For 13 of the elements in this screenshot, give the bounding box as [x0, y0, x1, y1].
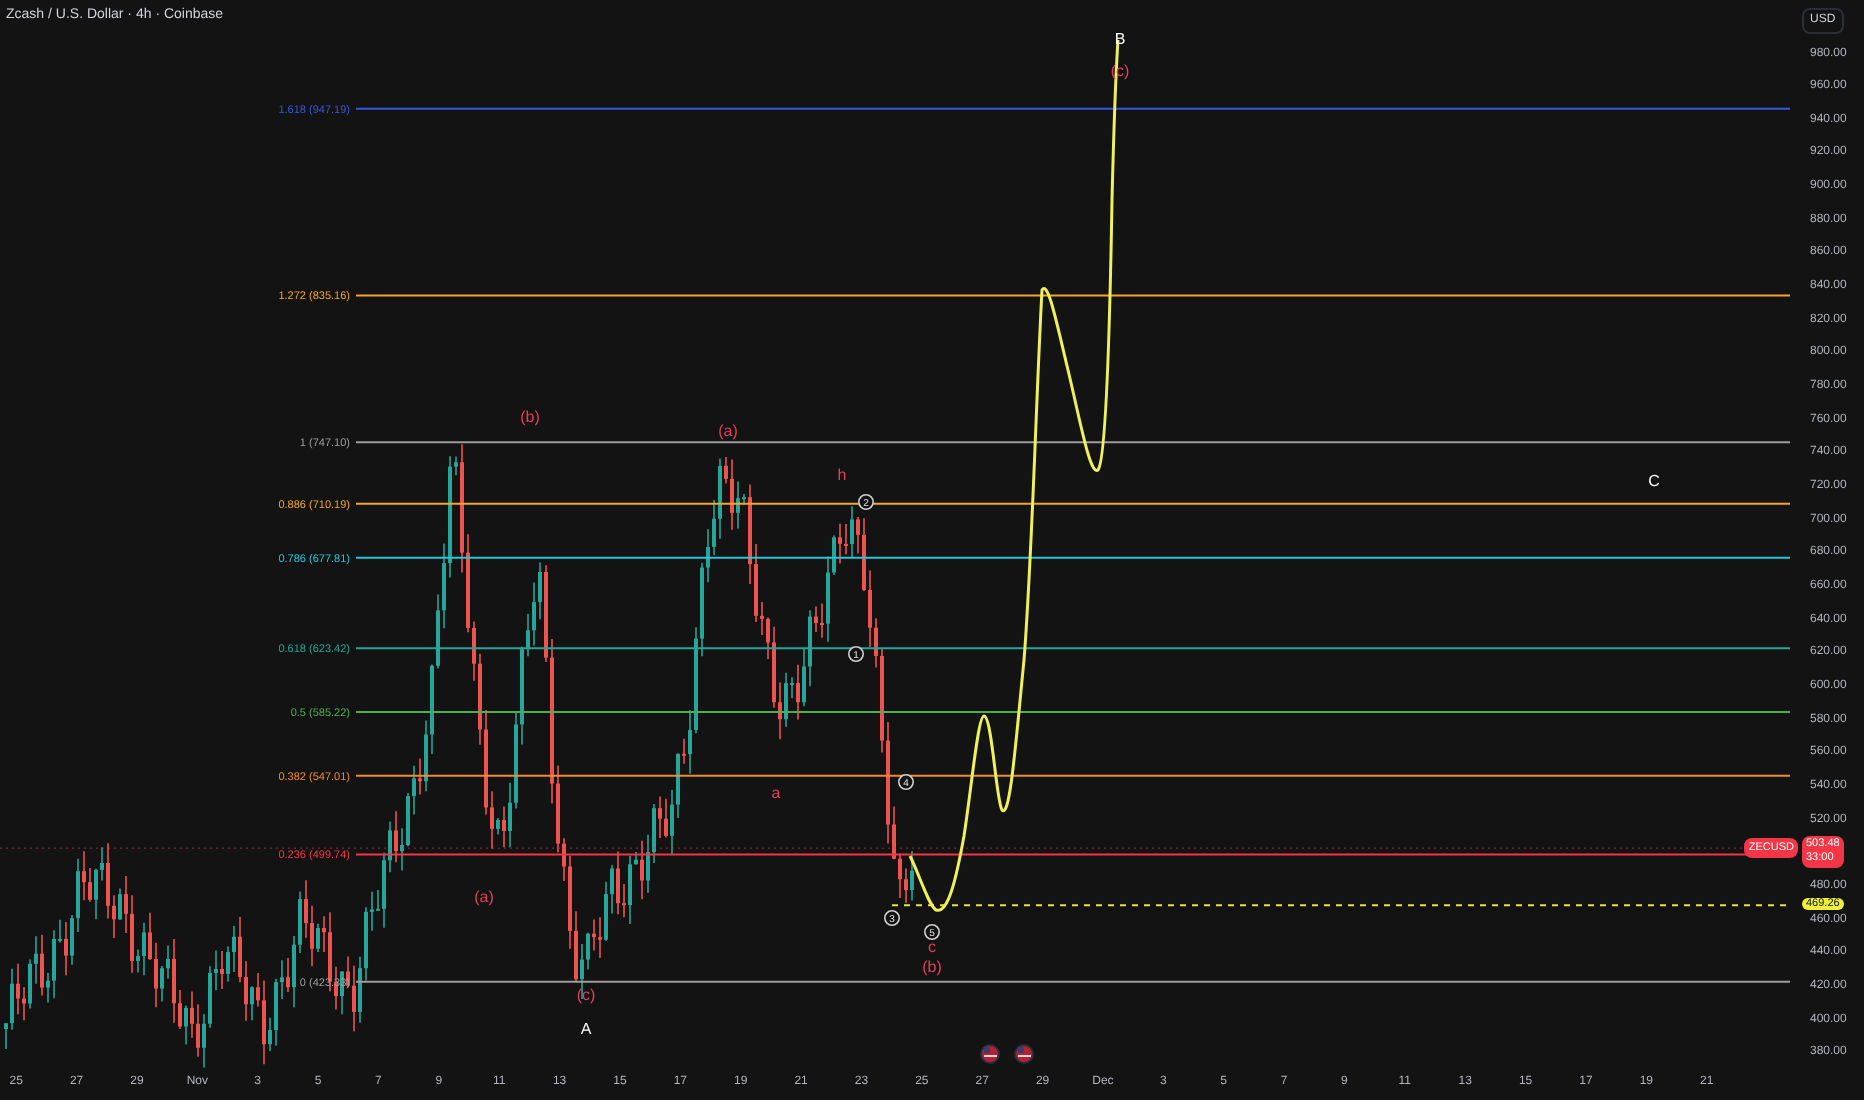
- flag-icon[interactable]: [1014, 1044, 1034, 1064]
- wave-label: h: [837, 466, 847, 484]
- wave-label: c: [928, 938, 936, 956]
- wave-label: B: [1114, 30, 1126, 48]
- wave-label: (b): [520, 408, 540, 426]
- wave-label: (c): [576, 986, 596, 1004]
- wave-label: C: [1648, 472, 1660, 490]
- wave-label: A: [580, 1020, 592, 1038]
- wave-label: (b): [922, 958, 942, 976]
- wave-label: (a): [718, 422, 738, 440]
- wave-label: a: [771, 784, 781, 802]
- flag-icon[interactable]: [980, 1044, 1000, 1064]
- wave-label: (a): [474, 888, 494, 906]
